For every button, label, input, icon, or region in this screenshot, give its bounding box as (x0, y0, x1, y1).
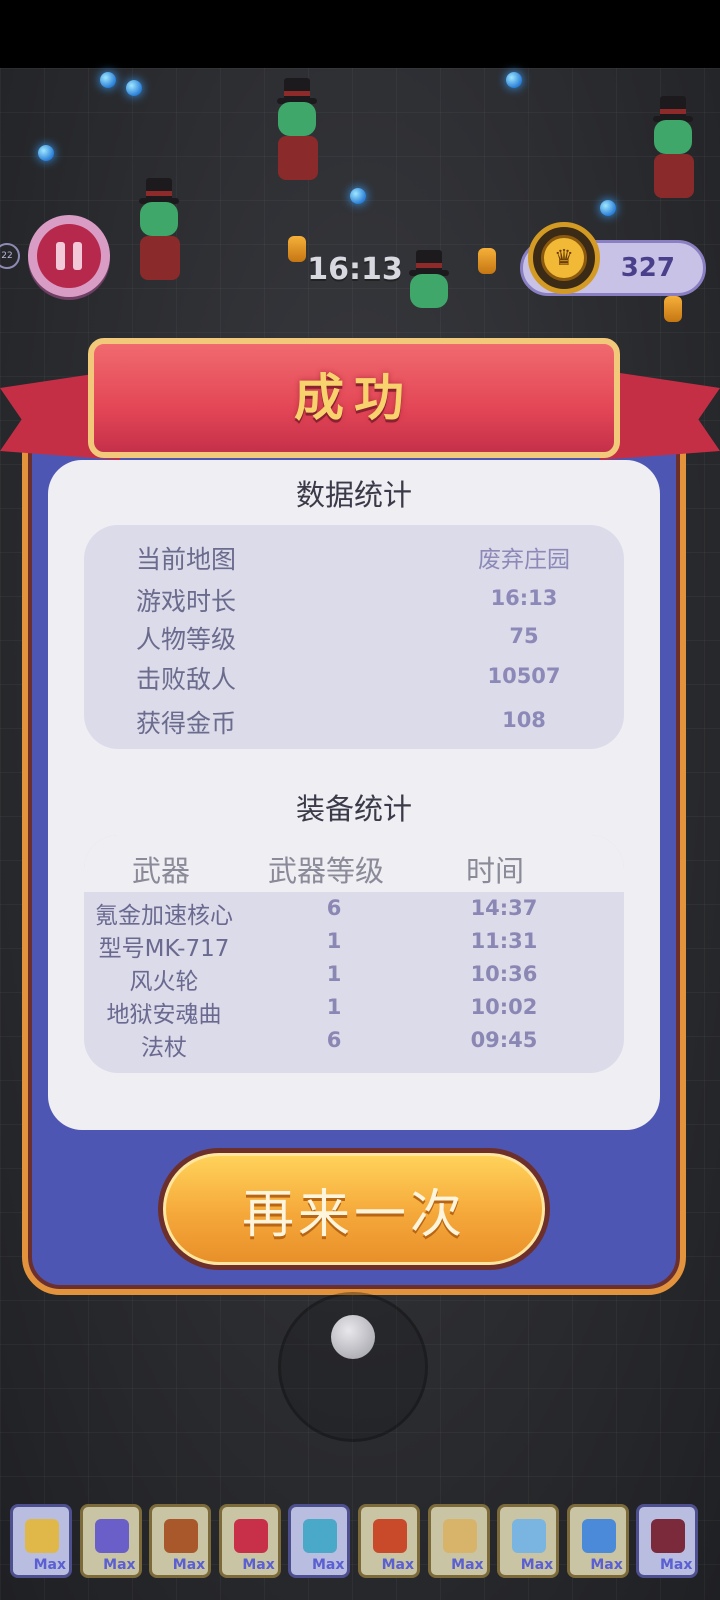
equip-level: 1 (326, 995, 342, 1019)
equip-name: 法杖 (141, 1035, 187, 1061)
skill-slot: Max (149, 1504, 212, 1578)
skill-slot: Max (79, 1504, 142, 1578)
retry-label: 再来一次 (163, 1153, 545, 1265)
pause-icon (37, 224, 101, 288)
equip-name: 风火轮 (129, 969, 199, 995)
equip-name: 型号MK-717 (98, 936, 230, 962)
equip-time: 11:31 (470, 929, 538, 953)
skill-slot: Max (497, 1504, 560, 1578)
equip-time: 14:37 (470, 896, 538, 920)
gold-drop (664, 296, 682, 322)
blaster-icon (94, 1519, 129, 1553)
skill-max-label: Max (381, 1557, 414, 1573)
equip-header-weapon: 武器 (132, 854, 191, 888)
stat-value: 16:13 (490, 586, 558, 610)
torch-icon (373, 1519, 407, 1553)
skill-slot: Max (636, 1504, 699, 1578)
skill-max-label: Max (451, 1557, 484, 1573)
skill-slot: Max (288, 1504, 351, 1578)
staff-icon (581, 1519, 616, 1553)
game-timer: 16:13 (307, 252, 403, 287)
retry-button[interactable]: 再来一次 (158, 1148, 550, 1270)
stat-label: 击败敌人 (136, 665, 237, 694)
stats-title: 数据统计 (295, 478, 412, 512)
skill-max-label: Max (311, 1557, 345, 1573)
stat-value: 废弃庄园 (478, 547, 570, 573)
virtual-joystick[interactable] (278, 1292, 428, 1442)
equip-title: 装备统计 (295, 792, 412, 826)
skill-max-label: Max (590, 1557, 623, 1573)
equip-level: 1 (326, 962, 342, 986)
skill-slot: Max (566, 1504, 629, 1578)
exp-orb (100, 72, 116, 88)
stat-label: 当前地图 (136, 545, 237, 574)
wings-icon (651, 1519, 686, 1553)
stat-label: 获得金币 (136, 709, 237, 738)
skill-max-label: Max (103, 1557, 136, 1573)
scroll-icon (442, 1519, 477, 1553)
skill-max-label: Max (520, 1557, 554, 1573)
stat-value: 108 (502, 708, 546, 732)
exp-orb (506, 72, 522, 88)
equip-time: 10:02 (470, 995, 538, 1019)
pause-button[interactable] (28, 215, 110, 297)
ring-icon (233, 1519, 268, 1553)
gold-drop (478, 248, 496, 274)
stat-row: 击败敌人 10507 (84, 660, 624, 700)
equip-header-time: 时间 (466, 854, 525, 888)
spear-icon (303, 1519, 338, 1553)
skill-slot: Max (218, 1504, 281, 1578)
equip-name: 地狱安魂曲 (106, 1002, 222, 1028)
skill-bar: Max Max Max Max Max Max Max Max Max Max (10, 1504, 710, 1580)
stat-row: 人物等级 75 (84, 620, 624, 660)
stat-value: 75 (509, 624, 539, 648)
skill-max-label: Max (33, 1557, 66, 1573)
dagger-icon (512, 1519, 547, 1553)
skill-slot: Max (427, 1504, 490, 1578)
equip-name: 氪金加速核心 (95, 903, 233, 929)
wheel-icon (164, 1519, 199, 1553)
equip-time: 09:45 (470, 1028, 538, 1052)
joystick-knob[interactable] (331, 1315, 375, 1359)
stat-label: 人物等级 (136, 625, 237, 654)
skill-max-label: Max (172, 1557, 206, 1573)
diamond-icon (25, 1519, 59, 1553)
equip-level: 1 (326, 929, 342, 953)
gold-amount: 327 (620, 253, 675, 283)
stat-row: 获得金币 108 (84, 704, 624, 744)
exp-orb (126, 80, 142, 96)
equip-level: 6 (326, 896, 342, 920)
equip-level: 6 (326, 1028, 342, 1052)
stat-row: 当前地图 废弃庄园 (84, 540, 624, 580)
status-bar (0, 0, 720, 68)
skill-max-label: Max (659, 1557, 693, 1573)
exp-orb (350, 188, 366, 204)
equip-row: 法杖 6 09:45 (84, 1028, 624, 1061)
zombie-enemy (272, 78, 332, 188)
zombie-enemy (648, 96, 708, 206)
skill-max-label: Max (242, 1557, 275, 1573)
zombie-enemy (134, 178, 194, 288)
equip-row: 型号MK-717 1 11:31 (84, 929, 624, 962)
crown-coin-icon: ♛ (528, 222, 600, 294)
stat-label: 游戏时长 (136, 587, 237, 616)
equip-row: 氪金加速核心 6 14:37 (84, 896, 624, 929)
equip-row: 风火轮 1 10:36 (84, 962, 624, 995)
equip-row: 地狱安魂曲 1 10:02 (84, 995, 624, 1028)
exp-orb (600, 200, 616, 216)
equip-time: 10:36 (470, 962, 538, 986)
skill-slot: Max (358, 1504, 420, 1578)
stat-row: 游戏时长 16:13 (84, 582, 624, 622)
skill-slot: Max (10, 1504, 72, 1578)
exp-orb (38, 145, 54, 161)
equip-header-level: 武器等级 (268, 854, 385, 888)
result-title: 成功 (294, 369, 414, 427)
stat-value: 10507 (487, 664, 561, 688)
